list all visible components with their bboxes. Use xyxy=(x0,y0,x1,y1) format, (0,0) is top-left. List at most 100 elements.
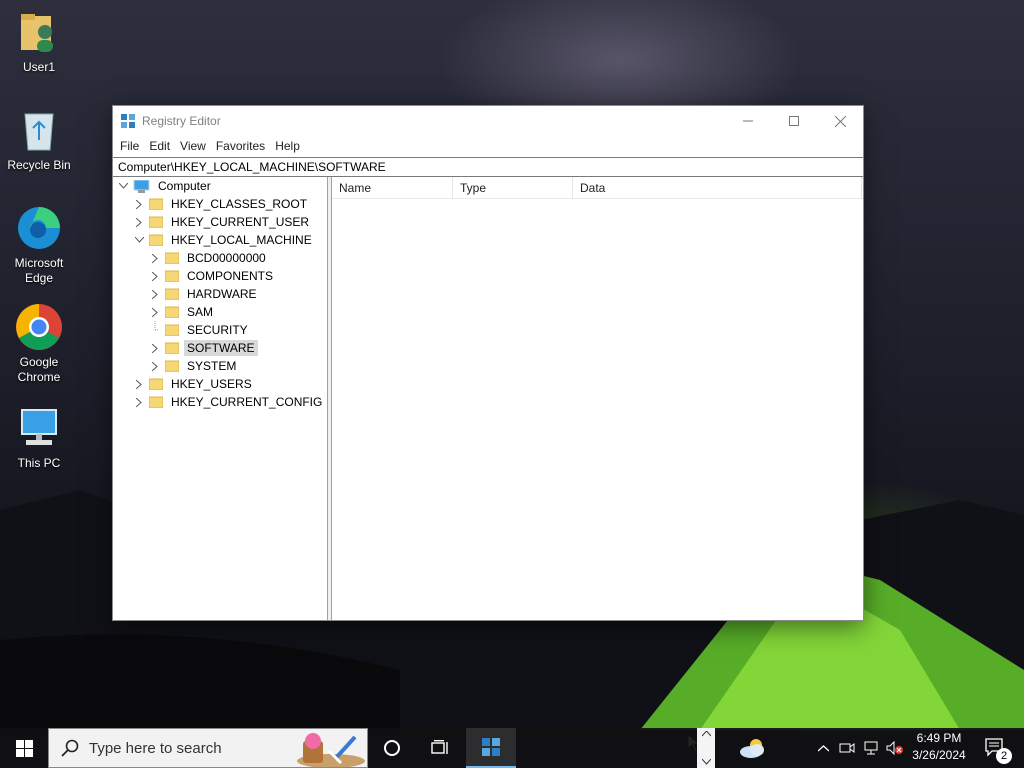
tree-item-system[interactable]: SYSTEM xyxy=(149,357,239,375)
close-button[interactable] xyxy=(817,106,863,136)
chevron-down-icon[interactable] xyxy=(117,177,129,195)
desktop-icon-chrome[interactable]: Google Chrome xyxy=(4,303,74,385)
address-bar[interactable]: Computer\HKEY_LOCAL_MACHINE\SOFTWARE xyxy=(113,157,863,177)
tree-item-computer[interactable]: Computer xyxy=(117,177,214,195)
folder-icon xyxy=(148,234,164,247)
desktop-icon-edge[interactable]: Microsoft Edge xyxy=(4,204,74,286)
title-bar[interactable]: Registry Editor xyxy=(113,106,863,136)
tree-item-software[interactable]: SOFTWARE xyxy=(149,339,258,357)
tree-item-sam[interactable]: SAM xyxy=(149,303,216,321)
folder-icon xyxy=(164,270,180,283)
close-icon xyxy=(834,115,846,127)
tree-label: HKEY_CLASSES_ROOT xyxy=(171,197,308,211)
folder-icon xyxy=(148,198,164,211)
tree-label: SYSTEM xyxy=(187,359,237,373)
menu-file[interactable]: File xyxy=(115,139,144,153)
task-view-button[interactable] xyxy=(416,728,464,768)
taskbar-search-box[interactable]: Type here to search xyxy=(48,728,368,768)
column-header-type[interactable]: Type xyxy=(453,176,573,199)
volume-button[interactable] xyxy=(884,728,906,768)
chevron-up-icon[interactable] xyxy=(701,731,711,737)
tree-item-hku[interactable]: HKEY_USERS xyxy=(133,375,255,393)
tree-item-components[interactable]: COMPONENTS xyxy=(149,267,276,285)
tree-item-hkcr[interactable]: HKEY_CLASSES_ROOT xyxy=(133,195,310,213)
start-button[interactable] xyxy=(0,728,48,768)
clock-date: 3/26/2024 xyxy=(912,748,966,762)
folder-icon xyxy=(164,342,180,355)
folder-icon xyxy=(164,252,180,265)
registry-editor-icon xyxy=(482,738,500,756)
search-highlight-illustration-icon xyxy=(297,733,365,767)
network-button[interactable] xyxy=(860,728,882,768)
folder-icon xyxy=(164,306,180,319)
clock[interactable]: 6:49 PM 3/26/2024 xyxy=(906,730,972,766)
chevron-right-icon[interactable] xyxy=(149,339,161,357)
chevron-right-icon[interactable] xyxy=(133,195,145,213)
tree-item-hardware[interactable]: HARDWARE xyxy=(149,285,260,303)
search-icon xyxy=(61,739,79,757)
window-title: Registry Editor xyxy=(142,114,221,128)
user-folder-icon xyxy=(15,8,63,56)
chevron-right-icon[interactable] xyxy=(133,393,145,411)
chevron-right-icon[interactable] xyxy=(149,267,161,285)
maximize-button[interactable] xyxy=(771,106,817,136)
tree-item-hklm[interactable]: HKEY_LOCAL_MACHINE xyxy=(133,231,315,249)
minimize-icon xyxy=(743,120,753,122)
clock-time: 6:49 PM xyxy=(916,731,962,745)
desktop-icon-recycle-bin[interactable]: Recycle Bin xyxy=(4,106,74,173)
chevron-down-icon[interactable] xyxy=(133,231,145,249)
tree-label: SOFTWARE xyxy=(184,340,258,356)
tree-item-security[interactable]: SECURITY xyxy=(149,321,251,339)
chevron-up-icon xyxy=(817,744,829,751)
action-center-button[interactable]: 2 xyxy=(976,728,1016,768)
menu-help[interactable]: Help xyxy=(270,139,305,153)
values-list[interactable]: Name Type Data xyxy=(332,176,863,620)
menu-edit[interactable]: Edit xyxy=(144,139,175,153)
folder-icon xyxy=(148,396,164,409)
taskbar-app-registry-editor[interactable] xyxy=(466,728,516,768)
chevron-right-icon[interactable] xyxy=(149,285,161,303)
desktop-icon-label: Recycle Bin xyxy=(7,158,71,172)
chevron-right-icon[interactable] xyxy=(133,375,145,393)
chrome-icon xyxy=(15,303,63,351)
maximize-icon xyxy=(789,116,799,126)
tree-connector xyxy=(149,321,161,339)
tree-item-bcd[interactable]: BCD00000000 xyxy=(149,249,269,267)
menu-view[interactable]: View xyxy=(175,139,211,153)
weather-cloud-icon xyxy=(740,739,764,758)
computer-icon xyxy=(133,179,150,193)
cortana-button[interactable] xyxy=(368,728,416,768)
taskbar-scroll-arrows[interactable] xyxy=(697,728,715,768)
meet-now-button[interactable] xyxy=(836,728,858,768)
tree-label: Computer xyxy=(158,179,211,193)
tree-label: HKEY_USERS xyxy=(171,377,252,391)
chevron-down-icon[interactable] xyxy=(701,759,711,765)
minimize-button[interactable] xyxy=(725,106,771,136)
desktop-icon-this-pc[interactable]: This PC xyxy=(4,404,74,471)
menu-favorites[interactable]: Favorites xyxy=(211,139,270,153)
recycle-bin-icon xyxy=(15,106,63,154)
tree-label: BCD00000000 xyxy=(187,251,266,265)
tree-label: COMPONENTS xyxy=(187,269,274,283)
tree-item-hkcu[interactable]: HKEY_CURRENT_USER xyxy=(133,213,312,231)
volume-muted-icon xyxy=(886,741,903,755)
tree-item-hkcc[interactable]: HKEY_CURRENT_CONFIG xyxy=(133,393,325,411)
cortana-circle-icon xyxy=(384,740,400,756)
camera-icon xyxy=(839,743,855,753)
weather-widget[interactable] xyxy=(732,728,772,768)
tree-label: SAM xyxy=(187,305,214,319)
edge-icon xyxy=(15,204,63,252)
desktop-icon-user1[interactable]: User1 xyxy=(4,8,74,75)
folder-icon xyxy=(148,216,164,229)
chevron-right-icon[interactable] xyxy=(149,249,161,267)
chevron-right-icon[interactable] xyxy=(149,357,161,375)
tree-label: SECURITY xyxy=(187,323,248,337)
registry-tree[interactable]: Computer HKEY_CLASSES_ROOT HKEY_CURRENT_… xyxy=(113,177,328,620)
column-header-data[interactable]: Data xyxy=(573,176,862,199)
show-hidden-icons-button[interactable] xyxy=(812,728,834,768)
chevron-right-icon[interactable] xyxy=(133,213,145,231)
network-icon xyxy=(864,741,878,755)
column-header-name[interactable]: Name xyxy=(332,176,453,199)
task-view-icon xyxy=(431,740,448,754)
chevron-right-icon[interactable] xyxy=(149,303,161,321)
